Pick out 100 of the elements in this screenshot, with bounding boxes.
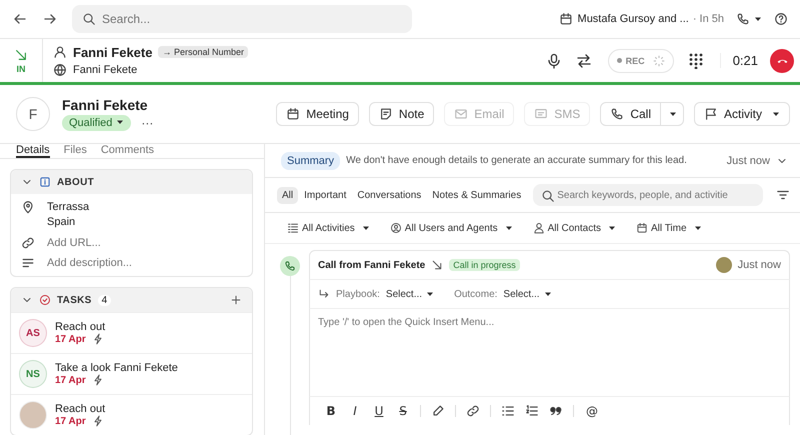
note-editor[interactable]: Type '/' to open the Quick Insert Menu... [309, 309, 790, 396]
format-button[interactable]: S [396, 404, 410, 418]
task-date: 17 Apr [55, 416, 86, 426]
link-icon [21, 236, 35, 250]
task-date: 17 Apr [55, 334, 86, 344]
contact-name: Fanni Fekete [62, 97, 149, 113]
incoming-arrow-icon [431, 259, 444, 271]
quote-icon[interactable] [549, 404, 563, 418]
call-time: Just now [738, 259, 781, 271]
caret-icon [116, 118, 124, 126]
task-date: 17 Apr [55, 374, 86, 386]
call-timer: 0:21 [720, 53, 758, 68]
caret-icon [426, 290, 434, 298]
filter-dropdown[interactable]: All Users and Agents [390, 222, 513, 234]
call-button[interactable]: Call [600, 102, 684, 126]
panel-tab[interactable]: Details [16, 144, 50, 158]
note-icon [378, 107, 393, 121]
search-icon [82, 12, 96, 26]
call-direction: IN [16, 64, 26, 74]
format-button[interactable]: I [348, 404, 362, 418]
envelope-icon [454, 107, 468, 121]
record-button[interactable]: REC [608, 48, 674, 72]
search-icon [541, 189, 556, 203]
feed-search-field[interactable]: Search keywords, people, and activitie [533, 184, 763, 206]
meeting-time: · In 5h [692, 13, 724, 25]
info-icon [39, 176, 51, 188]
location-text: Terrassa [47, 200, 90, 215]
panel-tab[interactable]: Files [64, 144, 87, 158]
note-button[interactable]: Note [368, 102, 434, 126]
phone-circle-icon [280, 256, 300, 276]
panel-tab[interactable]: Comments [100, 144, 154, 158]
caret-icon [772, 110, 780, 118]
call-title: Call from Fanni Fekete [318, 260, 426, 270]
bulleted-list-icon[interactable] [501, 404, 515, 418]
playbook-label: Playbook: [336, 288, 380, 300]
outcome-label: Outcome: [454, 288, 498, 300]
feed-tab[interactable]: Notes & Summaries [427, 186, 526, 204]
phone-icon [610, 107, 624, 121]
lightning-icon [92, 374, 104, 386]
redirect-arrow-icon [318, 288, 330, 300]
summary-text: We don't have enough details to generate an accurate summary for this lead. [346, 155, 687, 166]
feed-tab[interactable]: Important [299, 186, 352, 204]
search-field[interactable]: Search... [72, 5, 412, 33]
filter-icon[interactable] [776, 188, 790, 202]
calendar-icon [636, 222, 648, 234]
microphone-icon[interactable] [546, 52, 562, 68]
avatar-placeholder [19, 401, 47, 429]
assignee-avatar: AS [19, 319, 47, 347]
filter-dropdown[interactable]: All Time [636, 222, 702, 234]
caret-icon [544, 290, 552, 298]
feed-tab[interactable]: All [277, 186, 298, 204]
numbered-list-icon[interactable] [525, 404, 539, 418]
format-button[interactable]: @ [584, 404, 600, 418]
format-button[interactable]: U [372, 404, 386, 418]
section-title: ABOUT [57, 176, 94, 188]
link-icon[interactable] [466, 404, 480, 418]
summary-time: Just now [726, 154, 770, 166]
highlighter-icon[interactable] [431, 404, 445, 418]
caller-company: Fanni Fekete [73, 64, 138, 76]
feed-tab[interactable]: Conversations [352, 186, 426, 204]
location-text: Spain [47, 215, 76, 230]
caret-icon [608, 224, 616, 232]
status-dropdown[interactable]: Qualified [62, 115, 132, 131]
spinner-icon [652, 54, 665, 66]
help-icon[interactable] [774, 12, 788, 26]
task-title[interactable]: Take a look Fanni Fekete [55, 362, 178, 374]
section-title: TASKS [57, 294, 92, 306]
phone-icon[interactable] [736, 12, 750, 26]
task-count: 4 [98, 294, 112, 306]
calendar-icon [286, 107, 300, 121]
caret-icon[interactable] [754, 15, 762, 23]
caret-icon [694, 224, 702, 232]
contact-avatar: F [16, 97, 50, 131]
playbook-dropdown[interactable]: Select... [386, 288, 434, 300]
meeting-button[interactable]: Meeting [276, 102, 359, 126]
lightning-icon [92, 333, 104, 345]
add-icon[interactable] [230, 294, 242, 306]
filter-dropdown[interactable]: All Activities [287, 222, 370, 234]
globe-icon [53, 62, 67, 76]
agent-avatar [716, 257, 732, 273]
person-icon [53, 45, 67, 59]
number-tag: → Personal Number [158, 46, 248, 58]
incoming-arrow-icon [14, 48, 28, 62]
transfer-icon[interactable] [576, 52, 592, 68]
filter-dropdown[interactable]: All Contacts [532, 222, 616, 234]
dialpad-icon[interactable] [688, 52, 704, 68]
caret-icon[interactable] [668, 110, 677, 118]
more-button[interactable]: ··· [137, 116, 158, 130]
task-title[interactable]: Reach out [55, 321, 106, 333]
format-button[interactable]: B [324, 404, 338, 418]
meeting-title[interactable]: Mustafa Gursoy and ... [578, 13, 689, 25]
outcome-dropdown[interactable]: Select... [503, 288, 552, 300]
activity-button[interactable]: Activity [694, 102, 790, 126]
message-icon [534, 107, 548, 121]
location-pin-icon [21, 200, 35, 214]
call-status-badge: Call in progress [449, 259, 520, 271]
hang-up-button[interactable] [770, 48, 794, 72]
caller-name: Fanni Fekete [73, 44, 152, 60]
lightning-icon [92, 415, 104, 427]
task-title[interactable]: Reach out [55, 403, 106, 415]
